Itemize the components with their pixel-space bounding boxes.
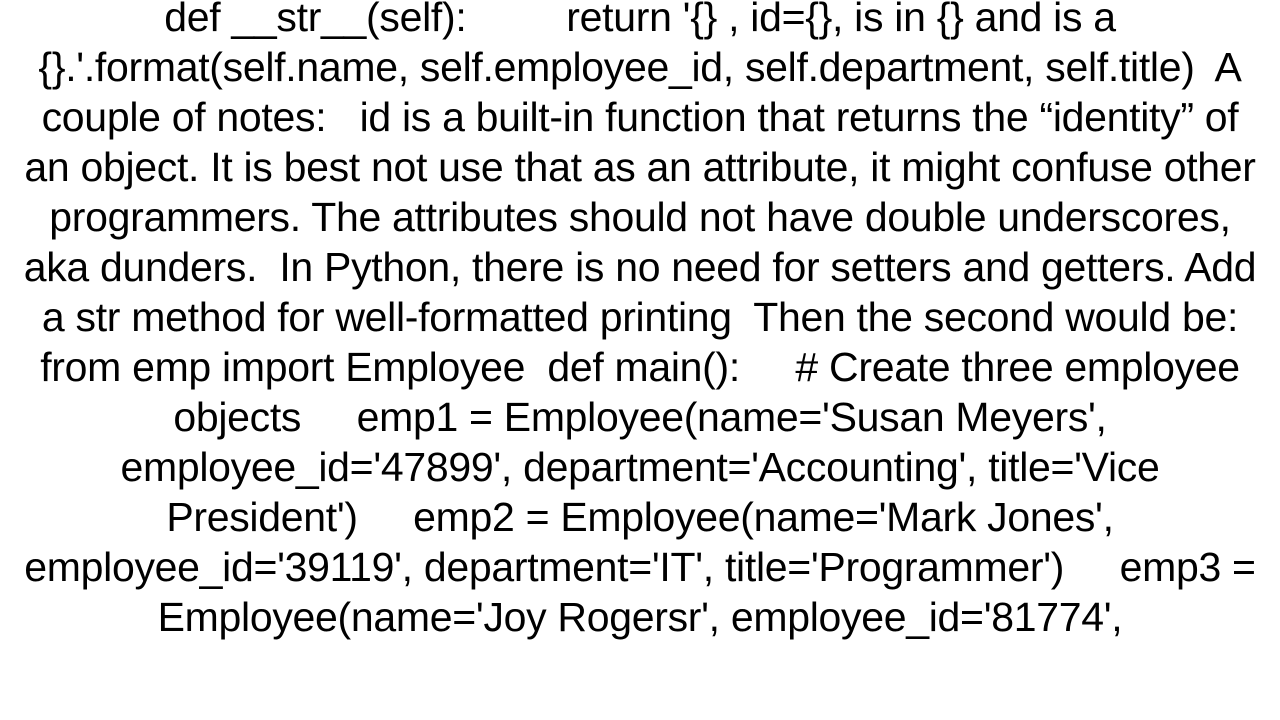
body-text: def __str__(self): return '{} , id={}, i…: [20, 0, 1260, 642]
document-content: def __str__(self): return '{} , id={}, i…: [0, 0, 1280, 720]
